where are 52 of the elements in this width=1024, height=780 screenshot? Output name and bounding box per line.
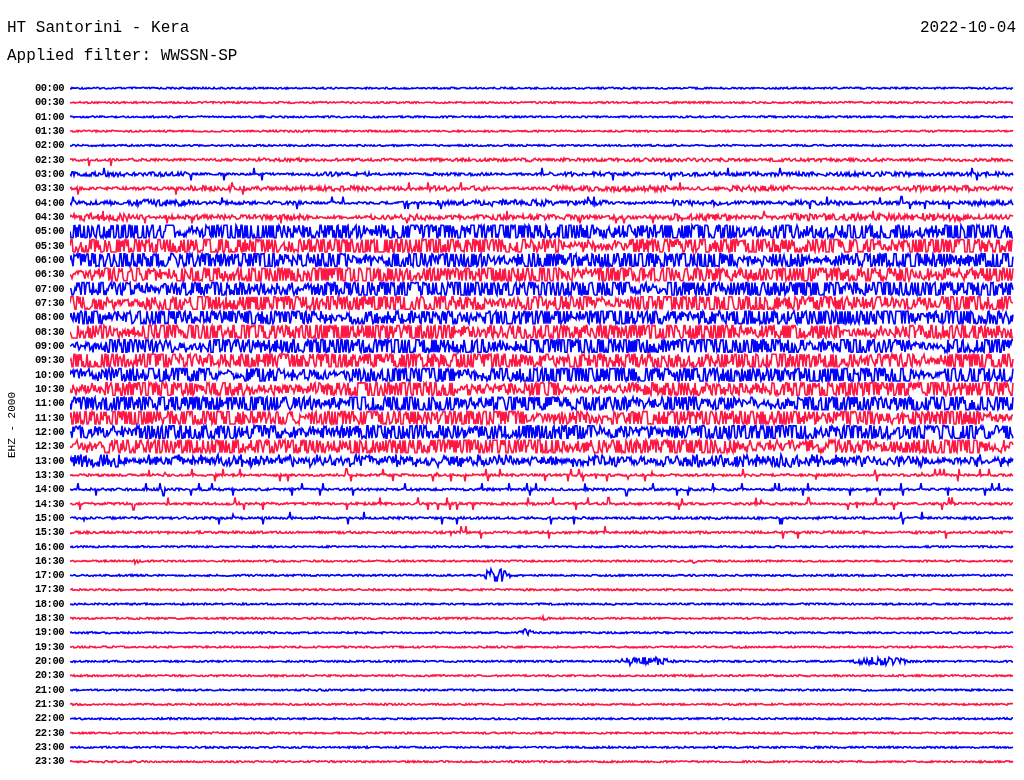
time-label: 03:00 — [34, 166, 64, 182]
time-label: 19:00 — [34, 625, 64, 640]
time-label: 16:00 — [34, 539, 64, 554]
time-label: 13:00 — [34, 453, 64, 468]
time-label: 23:00 — [34, 740, 64, 755]
time-label: 04:30 — [34, 209, 64, 225]
time-label: 05:00 — [34, 224, 64, 239]
time-label: 19:30 — [34, 639, 64, 655]
time-label: 00:00 — [34, 81, 64, 96]
time-label: 06:00 — [34, 252, 64, 268]
time-label: 04:00 — [34, 195, 64, 210]
time-label: 18:00 — [34, 596, 64, 612]
time-label: 05:30 — [34, 238, 64, 253]
time-label: 16:30 — [34, 553, 64, 569]
time-label: 08:30 — [34, 324, 64, 339]
time-label: 10:00 — [34, 367, 64, 382]
time-label: 22:00 — [34, 711, 64, 726]
channel-axis-label: EHZ - 2000 — [6, 391, 18, 458]
time-label: 17:00 — [34, 568, 64, 583]
time-label: 07:30 — [34, 295, 64, 311]
station-title: HT Santorini - Kera — [7, 18, 190, 38]
time-label: 21:30 — [34, 697, 64, 712]
time-label: 01:00 — [34, 109, 64, 124]
time-label: 14:00 — [34, 482, 64, 497]
time-label: 20:00 — [34, 654, 64, 669]
time-label: 11:30 — [34, 410, 64, 425]
time-label: 09:00 — [34, 338, 64, 354]
time-label: 11:00 — [34, 396, 64, 411]
time-label: 14:30 — [34, 496, 64, 511]
time-label: 15:30 — [34, 525, 64, 540]
time-label: 22:30 — [34, 725, 64, 741]
time-label: 21:00 — [34, 682, 64, 698]
time-label: 12:30 — [34, 439, 64, 454]
time-label: 02:30 — [34, 152, 64, 167]
time-label: 10:30 — [34, 381, 64, 397]
time-label: 13:30 — [34, 467, 64, 483]
time-label: 01:30 — [34, 124, 64, 139]
time-label: 09:30 — [34, 353, 64, 368]
time-label: 17:30 — [34, 582, 64, 597]
time-label: 23:30 — [34, 754, 64, 769]
time-label: 07:00 — [34, 281, 64, 296]
filter-label: Applied filter: WWSSN-SP — [7, 46, 239, 66]
time-label: 12:00 — [34, 424, 64, 440]
time-label: 20:30 — [34, 668, 64, 683]
time-label: 06:30 — [34, 267, 64, 282]
time-label: 15:00 — [34, 510, 64, 526]
time-label: 08:00 — [34, 310, 64, 325]
time-label: 02:00 — [34, 138, 64, 153]
date-label: 2022-10-04 — [920, 18, 1016, 38]
time-label: 03:30 — [34, 181, 64, 196]
time-label: 18:30 — [34, 611, 64, 626]
time-label: 00:30 — [34, 95, 64, 110]
